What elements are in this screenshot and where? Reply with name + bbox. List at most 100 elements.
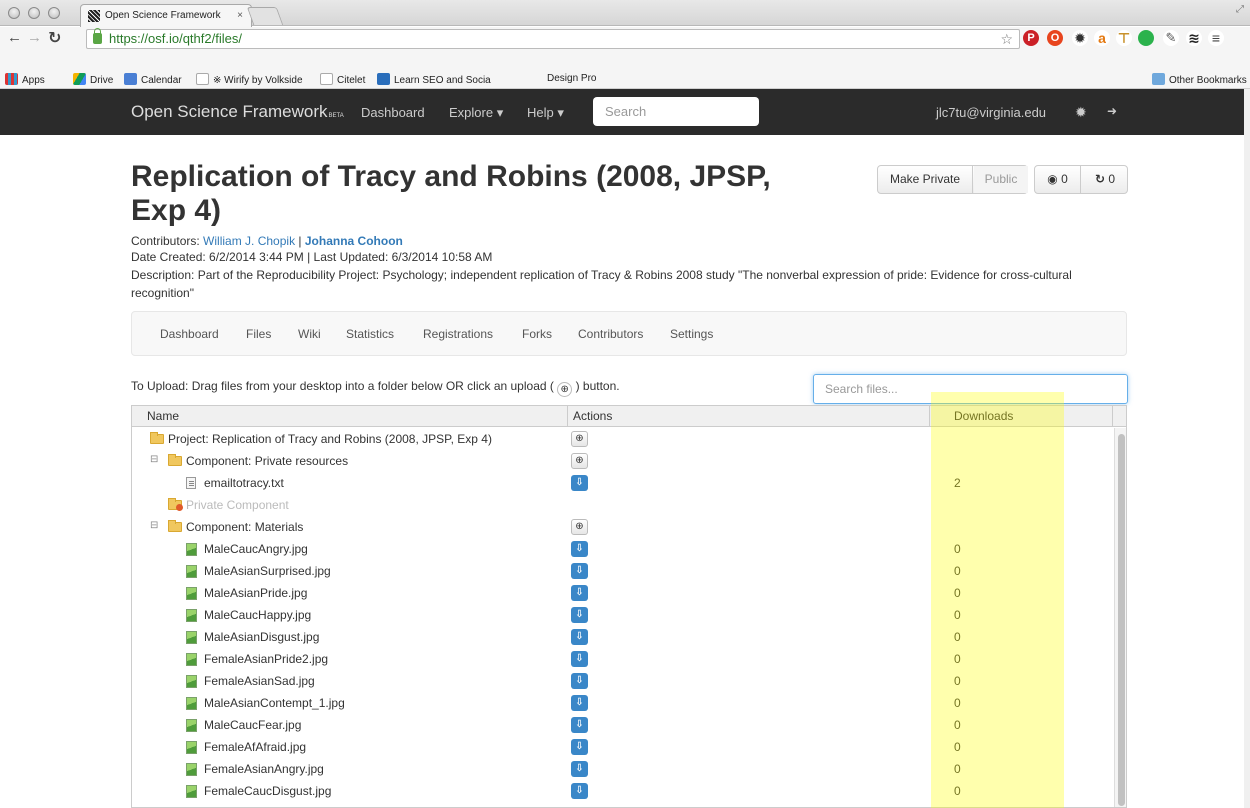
table-row[interactable]: FemaleAsianSad.jpg ⇩ 0: [132, 670, 1112, 692]
table-row[interactable]: MaleCaucFear.jpg ⇩ 0: [132, 714, 1112, 736]
table-row[interactable]: Private Component: [132, 494, 1112, 516]
extension-wand-icon[interactable]: ✎: [1163, 30, 1179, 46]
grid-scrollbar-thumb[interactable]: [1118, 434, 1125, 806]
table-row[interactable]: FemaleAfAfraid.jpg ⇩ 0: [132, 736, 1112, 758]
evernote-icon[interactable]: [1138, 30, 1154, 46]
logout-icon[interactable]: ➜: [1107, 104, 1117, 118]
tab-statistics[interactable]: Statistics: [346, 327, 394, 341]
download-button[interactable]: ⇩: [571, 761, 588, 777]
nav-dashboard[interactable]: Dashboard: [361, 105, 425, 120]
file-name[interactable]: MaleAsianContempt_1.jpg: [204, 696, 345, 710]
table-row[interactable]: ⊟ Component: Materials ⊕: [132, 516, 1112, 538]
bookmark-learn-seo[interactable]: Learn SEO and Socia: [377, 73, 517, 86]
pinterest-icon[interactable]: P: [1023, 30, 1039, 46]
new-tab-button[interactable]: [246, 7, 284, 25]
watch-button[interactable]: ◉ 0: [1035, 166, 1081, 193]
collapse-toggle-icon[interactable]: ⊟: [150, 520, 158, 531]
browser-tab[interactable]: Open Science Framework ×: [80, 4, 252, 27]
table-row[interactable]: MaleAsianPride.jpg ⇩ 0: [132, 582, 1112, 604]
file-name[interactable]: FemaleAsianPride2.jpg: [204, 652, 328, 666]
column-header-name[interactable]: Name: [147, 409, 179, 423]
bookmark-design-pro[interactable]: Design Pro: [547, 73, 596, 84]
make-private-button[interactable]: Make Private: [878, 166, 973, 193]
bookmark-apps[interactable]: Apps: [5, 73, 45, 86]
nav-help-dropdown[interactable]: Help ▾: [527, 105, 564, 121]
file-name[interactable]: emailtotracy.txt: [204, 476, 284, 490]
bookmark-star-icon[interactable]: ☆: [1000, 30, 1013, 48]
contributor-link[interactable]: William J. Chopik: [203, 234, 295, 248]
contributor-link[interactable]: Johanna Cohoon: [305, 234, 403, 248]
buffer-icon[interactable]: ≋: [1186, 30, 1202, 46]
extension-gear-icon[interactable]: ✹: [1072, 30, 1088, 46]
extension-tool-icon[interactable]: ⊤: [1116, 30, 1132, 46]
file-name[interactable]: FemaleAsianSad.jpg: [204, 674, 315, 688]
download-button[interactable]: ⇩: [571, 563, 588, 579]
tab-forks[interactable]: Forks: [522, 327, 552, 341]
file-name[interactable]: MaleAsianDisgust.jpg: [204, 630, 319, 644]
download-button[interactable]: ⇩: [571, 607, 588, 623]
table-row[interactable]: MaleAsianSurprised.jpg ⇩ 0: [132, 560, 1112, 582]
public-button[interactable]: Public: [974, 166, 1028, 193]
file-name[interactable]: MaleCaucFear.jpg: [204, 718, 301, 732]
address-bar[interactable]: https://osf.io/qthf2/files/ ☆: [86, 28, 1020, 49]
file-name[interactable]: Component: Materials: [186, 520, 303, 534]
fullscreen-icon[interactable]: ⤢: [1236, 4, 1244, 15]
file-name[interactable]: FemaleAsianAngry.jpg: [204, 762, 324, 776]
tab-settings[interactable]: Settings: [670, 327, 713, 341]
bookmark-other[interactable]: Other Bookmarks: [1152, 73, 1247, 86]
download-button[interactable]: ⇩: [571, 739, 588, 755]
tab-close-icon[interactable]: ×: [237, 5, 243, 26]
download-button[interactable]: ⇩: [571, 585, 588, 601]
column-header-actions[interactable]: Actions: [573, 409, 612, 423]
nav-search-input[interactable]: Search: [593, 97, 759, 126]
file-search-input[interactable]: Search files...: [813, 374, 1128, 404]
bookmark-drive[interactable]: Drive: [73, 73, 113, 86]
reload-icon[interactable]: ↻: [48, 28, 61, 48]
file-name[interactable]: MaleCaucHappy.jpg: [204, 608, 311, 622]
collapse-toggle-icon[interactable]: ⊟: [150, 454, 158, 465]
table-row[interactable]: MaleCaucAngry.jpg ⇩ 0: [132, 538, 1112, 560]
tab-files[interactable]: Files: [246, 327, 271, 341]
tab-registrations[interactable]: Registrations: [423, 327, 493, 341]
table-row[interactable]: ⊟ Component: Private resources ⊕: [132, 450, 1112, 472]
download-button[interactable]: ⇩: [571, 475, 588, 491]
table-row[interactable]: MaleCaucHappy.jpg ⇩ 0: [132, 604, 1112, 626]
table-row[interactable]: FemaleAsianPride2.jpg ⇩ 0: [132, 648, 1112, 670]
download-button[interactable]: ⇩: [571, 717, 588, 733]
download-button[interactable]: ⇩: [571, 783, 588, 799]
settings-gear-icon[interactable]: ✹: [1075, 104, 1087, 121]
column-header-downloads[interactable]: Downloads: [954, 409, 1013, 423]
upload-button[interactable]: ⊕: [571, 519, 588, 535]
download-button[interactable]: ⇩: [571, 541, 588, 557]
download-button[interactable]: ⇩: [571, 651, 588, 667]
table-row[interactable]: FemaleAsianAngry.jpg ⇩ 0: [132, 758, 1112, 780]
opera-icon[interactable]: O: [1047, 30, 1063, 46]
user-menu[interactable]: jlc7tu@virginia.edu: [936, 105, 1046, 120]
file-name[interactable]: MaleAsianSurprised.jpg: [204, 564, 331, 578]
window-zoom-button[interactable]: [48, 7, 60, 19]
tab-wiki[interactable]: Wiki: [298, 327, 321, 341]
osf-brand[interactable]: Open Science FrameworkBETA: [131, 102, 344, 122]
bookmark-wirify[interactable]: ※ Wirify by Volkside: [196, 73, 303, 86]
download-button[interactable]: ⇩: [571, 695, 588, 711]
grid-scrollbar[interactable]: [1114, 428, 1126, 807]
download-button[interactable]: ⇩: [571, 629, 588, 645]
table-row[interactable]: MaleAsianDisgust.jpg ⇩ 0: [132, 626, 1112, 648]
table-row[interactable]: emailtotracy.txt ⇩ 2: [132, 472, 1112, 494]
download-button[interactable]: ⇩: [571, 673, 588, 689]
file-name[interactable]: MaleAsianPride.jpg: [204, 586, 307, 600]
file-name[interactable]: MaleCaucAngry.jpg: [204, 542, 308, 556]
back-arrow-icon[interactable]: ←: [7, 29, 22, 46]
upload-button[interactable]: ⊕: [571, 431, 588, 447]
file-name[interactable]: FemaleCaucDisgust.jpg: [204, 784, 331, 798]
fork-button[interactable]: ↻ 0: [1082, 166, 1128, 193]
window-scrollbar[interactable]: [1244, 89, 1250, 808]
amazon-icon[interactable]: a: [1094, 30, 1110, 46]
table-row[interactable]: MaleAsianContempt_1.jpg ⇩ 0: [132, 692, 1112, 714]
bookmark-citelet[interactable]: Citelet: [320, 73, 365, 86]
file-name[interactable]: FemaleAfAfraid.jpg: [204, 740, 306, 754]
bookmark-calendar[interactable]: Calendar: [124, 73, 182, 86]
tab-dashboard[interactable]: Dashboard: [160, 327, 219, 341]
file-name[interactable]: Project: Replication of Tracy and Robins…: [168, 432, 492, 446]
upload-button[interactable]: ⊕: [571, 453, 588, 469]
